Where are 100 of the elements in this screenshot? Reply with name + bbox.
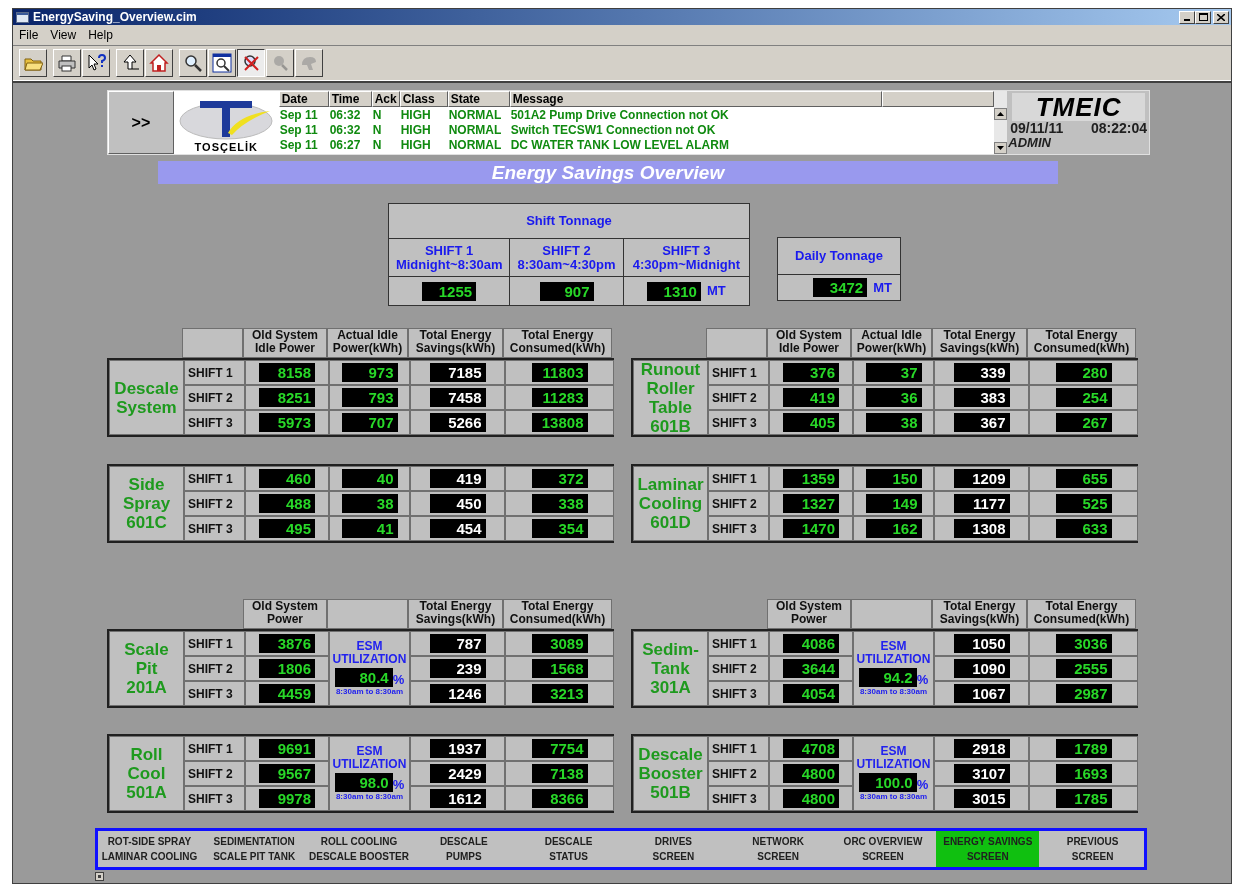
close-button[interactable]	[1213, 10, 1229, 24]
brand-logo: TMEIC	[1012, 93, 1145, 121]
printer-icon	[57, 53, 77, 73]
esm-label: ESM UTILIZATION	[332, 640, 407, 666]
minimize-button[interactable]	[1179, 10, 1195, 24]
value-display: 4800	[783, 764, 839, 783]
shift-label: SHIFT 2	[184, 761, 245, 786]
value-display: 787	[429, 634, 486, 653]
value-display: 2429	[429, 764, 486, 783]
value-display: 973	[341, 363, 398, 382]
scrollbar[interactable]	[994, 91, 1008, 154]
unit-label: %	[392, 777, 405, 792]
shift-hours: Midnight~8:30am	[395, 257, 503, 272]
value-display: 38	[865, 413, 922, 432]
toolbar-button[interactable]	[237, 49, 265, 77]
value-display: 40	[341, 469, 398, 488]
value-display: 3089	[531, 634, 588, 653]
nav-button[interactable]: ENERGY SAVINGS SCREEN	[936, 831, 1040, 867]
column-header[interactable]: Message	[509, 91, 882, 107]
value-display: 454	[429, 519, 486, 538]
value-display: 80.4	[334, 668, 393, 687]
unit-label: MT	[873, 278, 892, 297]
maximize-icon	[1198, 13, 1208, 21]
value-display: 1693	[1055, 764, 1112, 783]
value-display: 1470	[783, 519, 839, 538]
expand-button[interactable]: >>	[108, 91, 174, 154]
shift-label: SHIFT 2	[708, 385, 769, 410]
alarm-cell-text: Switch TECSW1 Connection not OK	[509, 122, 717, 137]
column-header[interactable]: Time	[328, 91, 372, 107]
value-display: 5266	[429, 413, 486, 432]
unit-label: %	[916, 777, 929, 792]
value-display: 8251	[259, 388, 315, 407]
alarm-cell-text: NORMAL	[447, 107, 503, 122]
value-display: 4054	[783, 684, 839, 703]
value-display: 9691	[259, 739, 315, 758]
esm-label: ESM UTILIZATION	[856, 640, 931, 666]
value-display: 7754	[531, 739, 588, 758]
up-arrow-icon	[120, 53, 140, 73]
alarm-cell-text: HIGH	[399, 137, 432, 152]
value-display: 525	[1055, 494, 1112, 513]
alarm-cell-text: 06:27	[328, 137, 362, 152]
zoom-cross-icon	[241, 53, 261, 73]
value-display: 100.0	[858, 773, 917, 792]
window-icon	[16, 11, 29, 23]
value-display: 2918	[953, 739, 1010, 758]
column-header[interactable]: Date	[278, 91, 329, 107]
menu-item[interactable]: Help	[88, 28, 113, 42]
value-display: 372	[531, 469, 588, 488]
column-header[interactable]	[881, 91, 995, 107]
column-header: Old System Power	[243, 599, 327, 629]
value-display: 7138	[531, 764, 588, 783]
scroll-up-icon[interactable]	[994, 108, 1008, 120]
value-display: 267	[1055, 413, 1112, 432]
value-display: 1177	[953, 494, 1010, 513]
unit-name: Laminar Cooling 601D	[633, 466, 708, 541]
scroll-down-icon[interactable]	[994, 142, 1008, 154]
menu-item[interactable]: File	[19, 28, 39, 42]
shift-name: SHIFT 2	[542, 243, 591, 258]
column-header: Total Energy Savings(kWh)	[932, 328, 1027, 358]
column-header[interactable]: Ack	[371, 91, 400, 107]
column-header: Total Energy Consumed(kWh)	[503, 328, 612, 358]
value-display: 3644	[783, 659, 839, 678]
column-header: Actual Idle Power(kWh)	[851, 328, 932, 358]
value-display: 162	[865, 519, 922, 538]
value-display: 3036	[1055, 634, 1112, 653]
column-header: Total Energy Consumed(kWh)	[1027, 599, 1136, 629]
value-display: 495	[259, 519, 315, 538]
shift-label: SHIFT 1	[708, 466, 769, 491]
alarm-cell-text: N	[371, 122, 383, 137]
alarm-cell-text: 06:32	[328, 122, 362, 137]
resize-grip-icon[interactable]	[95, 872, 104, 881]
value-display: 254	[1055, 388, 1112, 407]
value-display: 11283	[531, 388, 588, 407]
value-display: 4086	[783, 634, 839, 653]
unit-name: Runout Roller Table 601B	[633, 360, 708, 435]
value-display: 98.0	[334, 773, 393, 792]
value-display: 2987	[1055, 684, 1112, 703]
menu-item[interactable]: View	[50, 28, 77, 42]
column-header: Total Energy Consumed(kWh)	[1027, 328, 1136, 358]
column-header: Actual Idle Power(kWh)	[327, 328, 408, 358]
period-label: 8:30am to 8:30am	[859, 687, 928, 697]
shift-label: SHIFT 1	[184, 360, 245, 385]
column-header[interactable]: State	[447, 91, 510, 107]
alarm-cell-text: NORMAL	[447, 122, 503, 137]
column-header: Total Energy Consumed(kWh)	[503, 599, 612, 629]
user-name: ADMIN	[1008, 135, 1051, 150]
maximize-button[interactable]	[1195, 10, 1211, 24]
value-display: 4800	[783, 789, 839, 808]
value-display: 460	[259, 469, 315, 488]
value-display: 94.2	[858, 668, 917, 687]
value-display: 1568	[531, 659, 588, 678]
unit-name: Descale System	[109, 360, 184, 435]
value-display: 338	[531, 494, 588, 513]
alarm-cell-text: HIGH	[399, 107, 432, 122]
unit-name: Scale Pit 201A	[109, 631, 184, 706]
value-display: 376	[783, 363, 839, 382]
zoom-box-icon	[212, 53, 232, 73]
column-header[interactable]: Class	[399, 91, 448, 107]
shift-name: SHIFT 3	[662, 243, 711, 258]
date-text: 09/11/11	[1010, 121, 1064, 135]
